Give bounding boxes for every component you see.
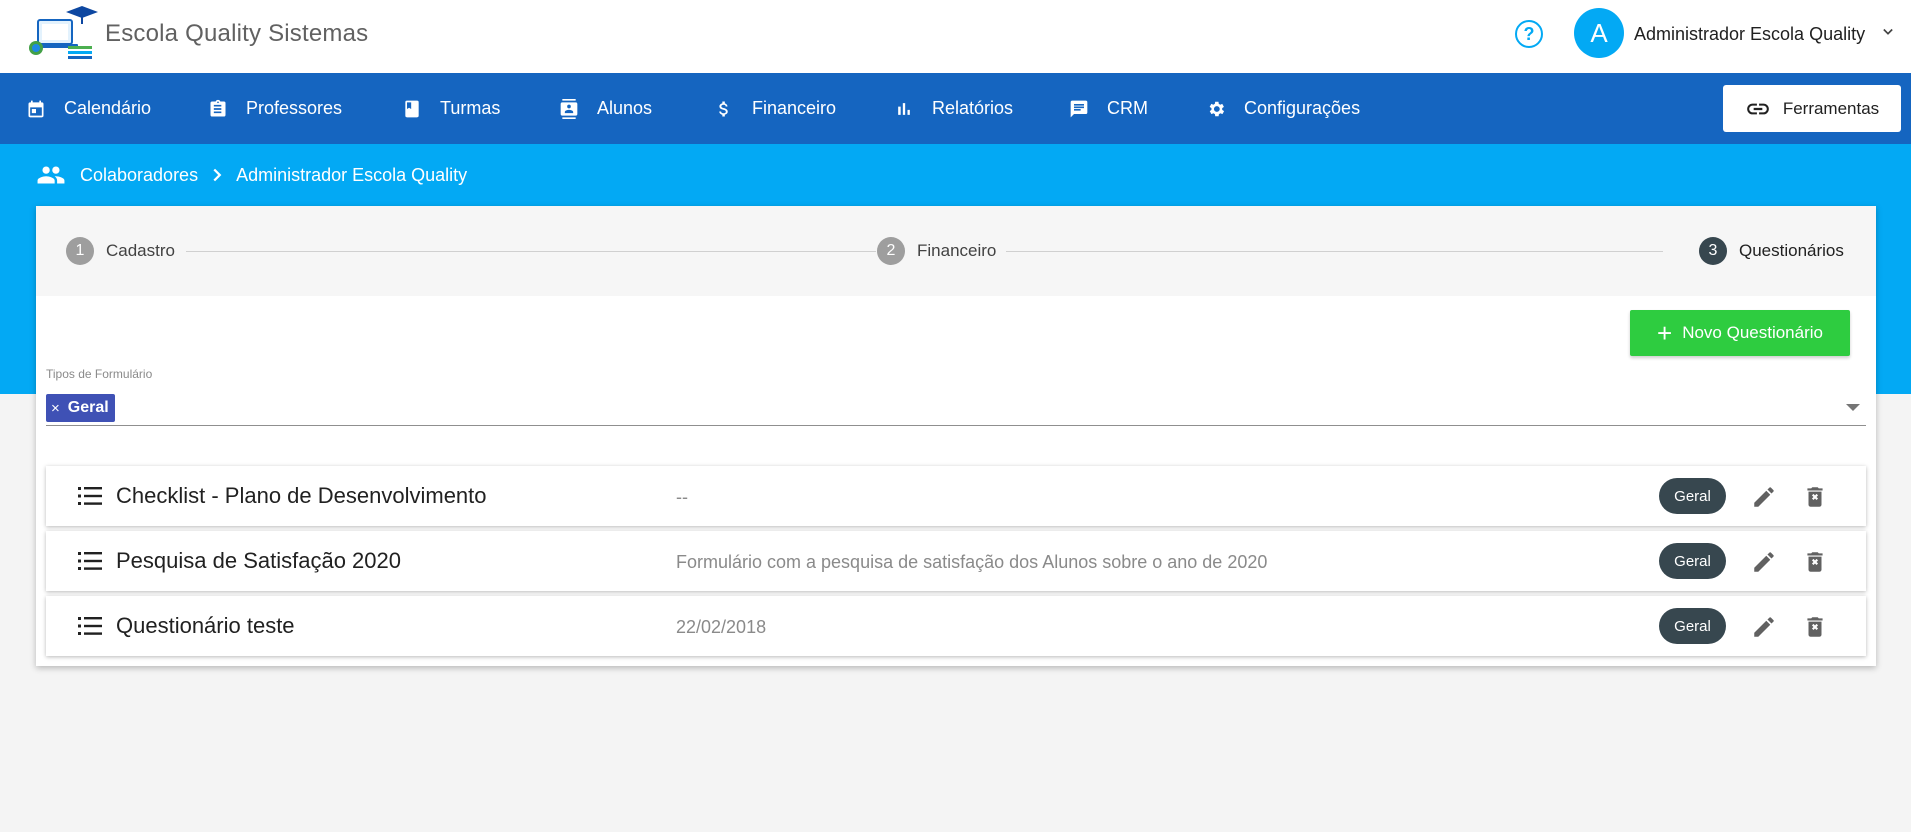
new-questionnaire-label: Novo Questionário bbox=[1682, 323, 1823, 342]
questionnaire-list: Checklist - Plano de Desenvolvimento -- … bbox=[46, 466, 1866, 661]
filter-chip: × Geral bbox=[46, 394, 115, 422]
nav-label: Financeiro bbox=[752, 98, 837, 118]
nav-label: Professores bbox=[246, 98, 343, 118]
plus-icon: + bbox=[1657, 318, 1673, 348]
nav-item-relatorios[interactable]: Relatórios bbox=[894, 73, 1013, 144]
clipboard-icon bbox=[210, 99, 226, 116]
school-logo[interactable] bbox=[28, 6, 98, 60]
step-cadastro[interactable]: 1 Cadastro bbox=[66, 237, 175, 265]
user-name[interactable]: Administrador Escola Quality bbox=[1634, 24, 1865, 45]
people-icon bbox=[37, 166, 65, 184]
nav-item-crm[interactable]: CRM bbox=[1069, 73, 1148, 144]
questionnaire-title: Checklist - Plano de Desenvolvimento bbox=[116, 483, 487, 508]
link-icon bbox=[1746, 103, 1769, 114]
type-badge: Geral bbox=[1659, 543, 1726, 579]
edit-icon[interactable] bbox=[1751, 614, 1777, 640]
chip-remove-icon[interactable]: × bbox=[51, 400, 60, 417]
type-badge: Geral bbox=[1659, 608, 1726, 644]
nav-label: Turmas bbox=[440, 98, 501, 118]
questionnaire-description: 22/02/2018 bbox=[676, 617, 767, 637]
help-icon[interactable]: ? bbox=[1515, 20, 1543, 48]
edit-icon[interactable] bbox=[1751, 484, 1777, 510]
nav-label: CRM bbox=[1107, 98, 1148, 118]
user-avatar[interactable]: A bbox=[1574, 8, 1624, 58]
step-label: Cadastro bbox=[106, 241, 175, 260]
questionnaires-card: 1 Cadastro 2 Financeiro 3 Questionários … bbox=[36, 206, 1876, 666]
step-connector bbox=[1006, 251, 1663, 252]
questionnaire-row[interactable]: Questionário teste 22/02/2018 Geral bbox=[46, 596, 1866, 656]
delete-icon[interactable] bbox=[1802, 614, 1828, 640]
questionnaire-title: Pesquisa de Satisfação 2020 bbox=[116, 548, 401, 573]
questionnaire-title: Questionário teste bbox=[116, 613, 295, 638]
step-number: 2 bbox=[877, 237, 905, 265]
calendar-icon bbox=[28, 100, 44, 117]
dropdown-arrow-icon[interactable] bbox=[1846, 404, 1860, 411]
form-type-select[interactable]: × Geral bbox=[46, 386, 1866, 426]
stepper: 1 Cadastro 2 Financeiro 3 Questionários bbox=[36, 206, 1876, 296]
dollar-icon bbox=[719, 101, 728, 116]
edit-icon[interactable] bbox=[1751, 549, 1777, 575]
chat-icon bbox=[1070, 100, 1088, 117]
nav-label: Relatórios bbox=[932, 98, 1014, 118]
step-connector bbox=[186, 251, 876, 252]
chip-label: Geral bbox=[67, 399, 109, 416]
form-type-label: Tipos de Formulário bbox=[46, 367, 153, 381]
list-icon bbox=[78, 487, 102, 505]
gear-icon bbox=[1209, 101, 1225, 116]
list-icon bbox=[78, 617, 102, 635]
chevron-down-icon[interactable] bbox=[1878, 22, 1898, 42]
tools-button[interactable]: Ferramentas bbox=[1723, 85, 1901, 132]
tools-label: Ferramentas bbox=[1782, 98, 1880, 118]
nav-label: Calendário bbox=[64, 98, 152, 118]
nav-item-calendario[interactable]: Calendário bbox=[26, 73, 151, 144]
book-icon bbox=[405, 100, 419, 117]
delete-icon[interactable] bbox=[1802, 484, 1828, 510]
new-questionnaire-button[interactable]: + Novo Questionário bbox=[1630, 310, 1850, 356]
nav-item-professores[interactable]: Professores bbox=[208, 73, 342, 144]
questionnaire-row[interactable]: Checklist - Plano de Desenvolvimento -- … bbox=[46, 466, 1866, 526]
questionnaire-description: Formulário com a pesquisa de satisfação … bbox=[676, 552, 1268, 572]
step-financeiro[interactable]: 2 Financeiro bbox=[877, 237, 996, 265]
step-label: Questionários bbox=[1739, 241, 1844, 260]
type-badge: Geral bbox=[1659, 478, 1726, 514]
contact-card-icon bbox=[560, 98, 578, 119]
nav-item-alunos[interactable]: Alunos bbox=[559, 73, 652, 144]
nav-label: Alunos bbox=[597, 98, 653, 118]
nav-item-financeiro[interactable]: Financeiro bbox=[714, 73, 836, 144]
nav-item-configuracoes[interactable]: Configurações bbox=[1206, 73, 1360, 144]
step-number: 1 bbox=[66, 237, 94, 265]
questionnaire-description: -- bbox=[676, 487, 688, 507]
nav-item-turmas[interactable]: Turmas bbox=[402, 73, 500, 144]
bar-chart-icon bbox=[898, 102, 910, 115]
delete-icon[interactable] bbox=[1802, 549, 1828, 575]
breadcrumb-colaboradores[interactable]: Colaboradores bbox=[80, 165, 198, 186]
app-title: Escola Quality Sistemas bbox=[105, 20, 369, 47]
step-number: 3 bbox=[1699, 237, 1727, 265]
breadcrumb-current: Administrador Escola Quality bbox=[236, 164, 468, 185]
questionnaire-row[interactable]: Pesquisa de Satisfação 2020 Formulário c… bbox=[46, 531, 1866, 591]
step-label: Financeiro bbox=[917, 241, 997, 260]
main-nav: Calendário Professores Turmas Alunos Fin… bbox=[0, 73, 1911, 144]
chevron-right-icon bbox=[213, 168, 222, 182]
breadcrumb: Colaboradores Administrador Escola Quali… bbox=[36, 162, 467, 188]
list-icon bbox=[78, 552, 102, 570]
top-header: Escola Quality Sistemas ? A Administrado… bbox=[0, 0, 1911, 73]
step-questionarios[interactable]: 3 Questionários bbox=[1699, 237, 1844, 265]
nav-label: Configurações bbox=[1244, 98, 1361, 118]
